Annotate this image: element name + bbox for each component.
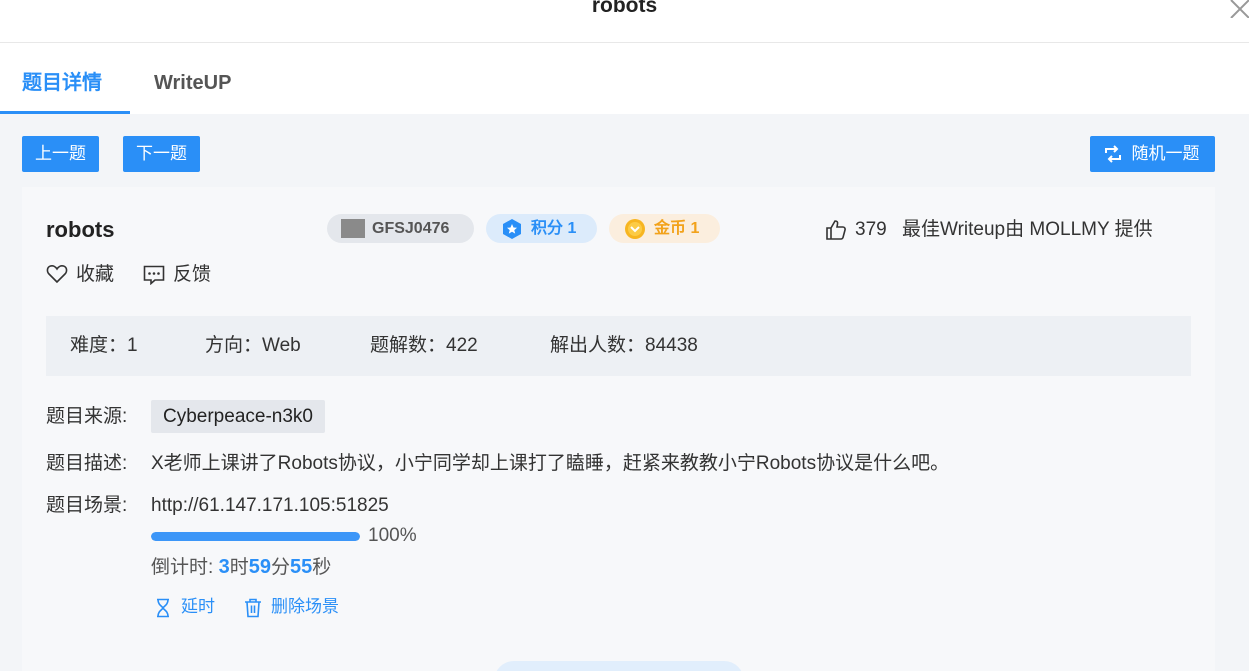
hourglass-icon bbox=[157, 598, 169, 618]
countdown-timer: 倒计时: 3时59分55秒 bbox=[151, 554, 331, 581]
scene-progress-bar bbox=[151, 532, 360, 541]
random-challenge-button[interactable]: 随机一题 bbox=[1090, 136, 1215, 172]
countdown-hours: 3 bbox=[218, 556, 230, 578]
source-value: Cyberpeace-n3k0 bbox=[151, 400, 325, 433]
challenge-id-badge: GFSJ0476 bbox=[327, 214, 474, 243]
challenge-name: robots bbox=[46, 217, 115, 242]
delete-scene-label: 删除场景 bbox=[271, 597, 339, 616]
challenge-card: robots GFSJ0476 积分 1 金币 1 379 最佳Writeup由… bbox=[22, 187, 1215, 671]
countdown-seconds: 55 bbox=[289, 556, 313, 578]
trash-icon bbox=[245, 598, 261, 618]
delay-label: 延时 bbox=[181, 597, 215, 616]
favorite-label: 收藏 bbox=[76, 264, 115, 285]
next-challenge-button[interactable]: 下一题 bbox=[123, 136, 200, 172]
coin-badge: 金币 1 bbox=[609, 214, 720, 243]
challenge-stats-bar: 难度：1 方向：Web 题解数：422 解出人数：84438 bbox=[46, 316, 1191, 376]
random-challenge-label: 随机一题 bbox=[1131, 144, 1200, 163]
qr-icon bbox=[341, 219, 365, 238]
score-label: 积分 1 bbox=[531, 220, 577, 237]
countdown-seconds-unit: 秒 bbox=[312, 557, 332, 578]
scene-label: 题目场景: bbox=[46, 495, 128, 516]
scene-progress-text: 100% bbox=[368, 525, 417, 546]
feedback-label: 反馈 bbox=[173, 264, 212, 285]
scene-progress-fill bbox=[151, 532, 360, 541]
solvers-stat: 解出人数：84438 bbox=[550, 335, 698, 356]
tab-bar: 题目详情 WriteUP bbox=[0, 43, 1249, 114]
close-icon[interactable] bbox=[1227, 0, 1249, 18]
dialog-title: robots bbox=[591, 0, 658, 17]
countdown-minutes: 59 bbox=[248, 556, 271, 578]
countdown-prefix: 倒计时: bbox=[151, 557, 219, 578]
score-badge: 积分 1 bbox=[486, 214, 597, 243]
scene-url-link[interactable]: http://61.147.171.105:51825 bbox=[151, 493, 389, 519]
likes-count: 379 bbox=[855, 219, 887, 240]
active-tab-indicator bbox=[0, 111, 130, 114]
coin-label: 金币 1 bbox=[654, 220, 700, 237]
thumbs-up-icon bbox=[826, 220, 846, 240]
challenge-id: GFSJ0476 bbox=[372, 220, 450, 237]
dialog-header: robots bbox=[0, 0, 1249, 43]
direction-stat: 方向：Web bbox=[205, 335, 301, 356]
coin-icon bbox=[625, 219, 645, 239]
description-text: X老师上课讲了Robots协议，小宁同学却上课打了瞌睡，赶紧来教教小宁Robot… bbox=[151, 453, 950, 474]
source-label: 题目来源: bbox=[46, 406, 128, 427]
best-writeup-info: 最佳Writeup由 MOLLMY 提供 bbox=[902, 219, 1153, 240]
tab-writeup[interactable]: WriteUP bbox=[154, 69, 231, 97]
description-label: 题目描述: bbox=[46, 453, 128, 474]
countdown-minutes-unit: 分 bbox=[270, 557, 290, 578]
score-star-icon bbox=[503, 219, 521, 239]
countdown-hours-unit: 时 bbox=[229, 557, 249, 578]
tab-challenge-detail[interactable]: 题目详情 bbox=[22, 69, 102, 97]
solutions-stat: 题解数：422 bbox=[370, 335, 478, 356]
swap-icon bbox=[1105, 145, 1121, 163]
bottom-action-button[interactable] bbox=[494, 661, 744, 671]
difficulty-stat: 难度：1 bbox=[70, 335, 138, 356]
heart-icon bbox=[46, 265, 68, 284]
feedback-icon bbox=[143, 265, 165, 285]
prev-challenge-button[interactable]: 上一题 bbox=[22, 136, 99, 172]
